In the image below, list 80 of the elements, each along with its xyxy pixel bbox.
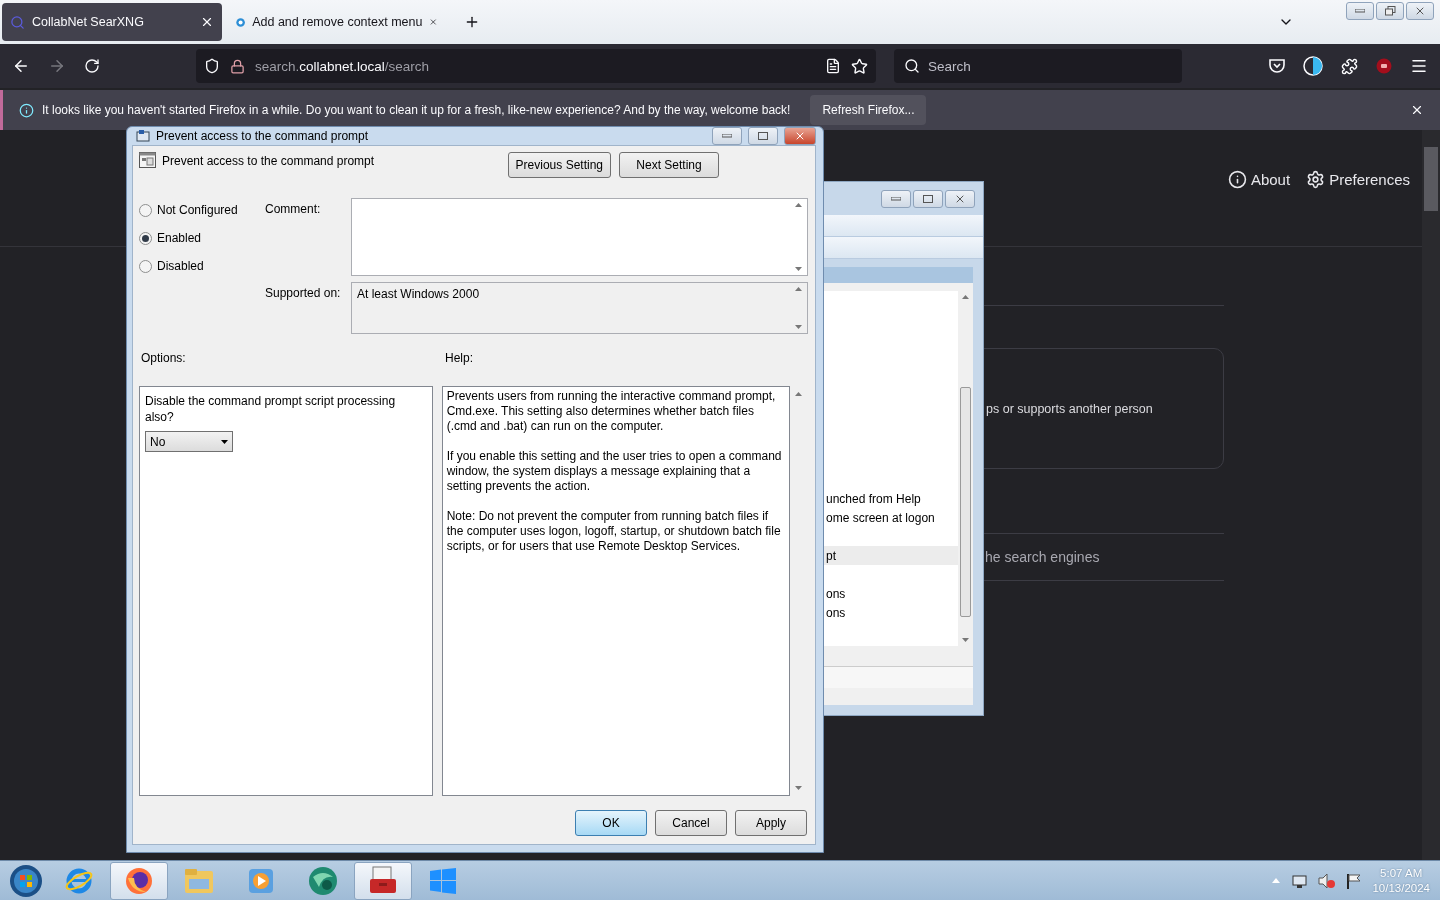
url-text: search.collabnet.local/search (255, 58, 430, 74)
restore-icon[interactable] (1376, 2, 1404, 20)
reload-icon[interactable] (84, 58, 100, 74)
reader-icon[interactable] (825, 58, 841, 74)
info-icon (1227, 170, 1247, 189)
pocket-icon[interactable] (1269, 58, 1285, 74)
close-icon[interactable] (784, 127, 816, 145)
setting-name: Prevent access to the command prompt (162, 154, 376, 168)
browser-tab[interactable]: Add and remove context menu (228, 3, 446, 41)
close-icon[interactable] (200, 15, 214, 29)
taskbar-app[interactable] (354, 861, 412, 900)
maximize-icon[interactable] (748, 127, 778, 145)
half-circle-icon[interactable] (1303, 56, 1323, 76)
notification-text: It looks like you haven't started Firefox in a while. Do you want to clean it up for a fresh, like-new experience? And by the way, welcome back! (42, 103, 791, 117)
search-field[interactable]: Search (894, 49, 1182, 83)
scroll-down-icon[interactable] (795, 267, 802, 271)
scrollbar[interactable] (1422, 130, 1440, 860)
back-icon[interactable] (12, 57, 30, 75)
help-paragraph: If you enable this setting and the user tries to open a command window, the system displays a message explaining that a setting prevents the action. (446, 449, 783, 494)
help-paragraph: Prevents users from running the interactive command prompt, Cmd.exe. This setting also determines whether batch files (.cmd and .bat) can run on the computer. (446, 389, 777, 434)
option-label: Disable the command prompt script processing also? (145, 393, 397, 425)
network-icon[interactable] (1290, 872, 1309, 889)
section-label: Help: (445, 351, 473, 365)
radio-button[interactable] (139, 203, 152, 217)
bookmark-star-icon[interactable] (851, 57, 868, 75)
option-dropdown[interactable]: No (145, 431, 233, 452)
new-tab-icon[interactable] (464, 14, 480, 30)
forward-icon[interactable] (48, 57, 66, 75)
caret-icon (221, 439, 228, 444)
scroll-down-icon[interactable] (795, 325, 802, 329)
address-field[interactable]: search.collabnet.local/search (196, 49, 876, 83)
close-icon[interactable] (1406, 2, 1434, 20)
radio-option[interactable]: Disabled (139, 258, 265, 274)
field-label: Comment: (265, 201, 322, 218)
policy-icon (136, 129, 150, 143)
radio-button[interactable] (139, 259, 152, 273)
shield-badge-icon[interactable] (1376, 58, 1392, 74)
lock-icon[interactable] (230, 58, 245, 74)
search-icon (904, 58, 920, 74)
setting-nav-button[interactable]: Next Setting (619, 152, 719, 178)
dialog-button[interactable]: Cancel (655, 810, 727, 836)
muted-speaker-icon[interactable] (1318, 872, 1337, 889)
refresh-button[interactable]: Refresh Firefox... (810, 95, 927, 125)
result-snippet: ps or supports another person (986, 402, 1153, 416)
browser-tab[interactable]: CollabNet SearXNG (2, 3, 222, 41)
play-icon[interactable] (247, 866, 275, 895)
setting-icon (139, 152, 156, 168)
scroll-up-icon[interactable] (795, 392, 802, 396)
dialog-button[interactable]: OK (575, 810, 647, 836)
extensions-icon[interactable] (1341, 57, 1358, 75)
shield-icon[interactable] (204, 58, 220, 74)
close-icon[interactable] (1410, 103, 1424, 117)
search-icon (10, 14, 25, 30)
scroll-down-icon[interactable] (962, 638, 969, 642)
window-title: Prevent access to the command prompt (156, 129, 370, 143)
menu-icon[interactable] (1410, 57, 1428, 75)
scroll-up-icon[interactable] (795, 203, 802, 207)
nav-link[interactable]: About (1227, 170, 1291, 189)
settings-icon (1306, 170, 1326, 189)
taskbar-app[interactable] (110, 861, 168, 900)
fox-globe-icon[interactable] (124, 865, 154, 896)
flag-icon[interactable] (1346, 872, 1363, 889)
scroll-up-icon[interactable] (962, 295, 969, 299)
nav-link[interactable]: Preferences (1306, 170, 1410, 189)
radio-option[interactable]: Enabled (139, 230, 265, 246)
result-text: he search engines (985, 549, 1100, 565)
globe-icon[interactable] (307, 864, 339, 897)
scroll-down-icon[interactable] (795, 786, 802, 790)
help-paragraph: Note: Do not prevent the computer from running batch files if the computer uses logon, logoff, startup, or shutdown batch file scripts, or for users that use Remote Desktop Services. (446, 509, 782, 554)
radio-option[interactable]: Not Configured (139, 202, 265, 218)
dialog-button[interactable]: Apply (735, 810, 807, 836)
maximize-icon[interactable] (913, 189, 943, 208)
info-icon (19, 102, 34, 118)
comment-field[interactable] (351, 198, 808, 276)
scroll-up-icon[interactable] (795, 287, 802, 291)
field-label: Supported on: (265, 285, 342, 302)
supported-field: At least Windows 2000 (351, 282, 808, 334)
setting-nav-button[interactable]: Previous Setting (507, 152, 611, 178)
section-label: Options: (140, 351, 187, 365)
radio-button[interactable] (139, 231, 152, 245)
